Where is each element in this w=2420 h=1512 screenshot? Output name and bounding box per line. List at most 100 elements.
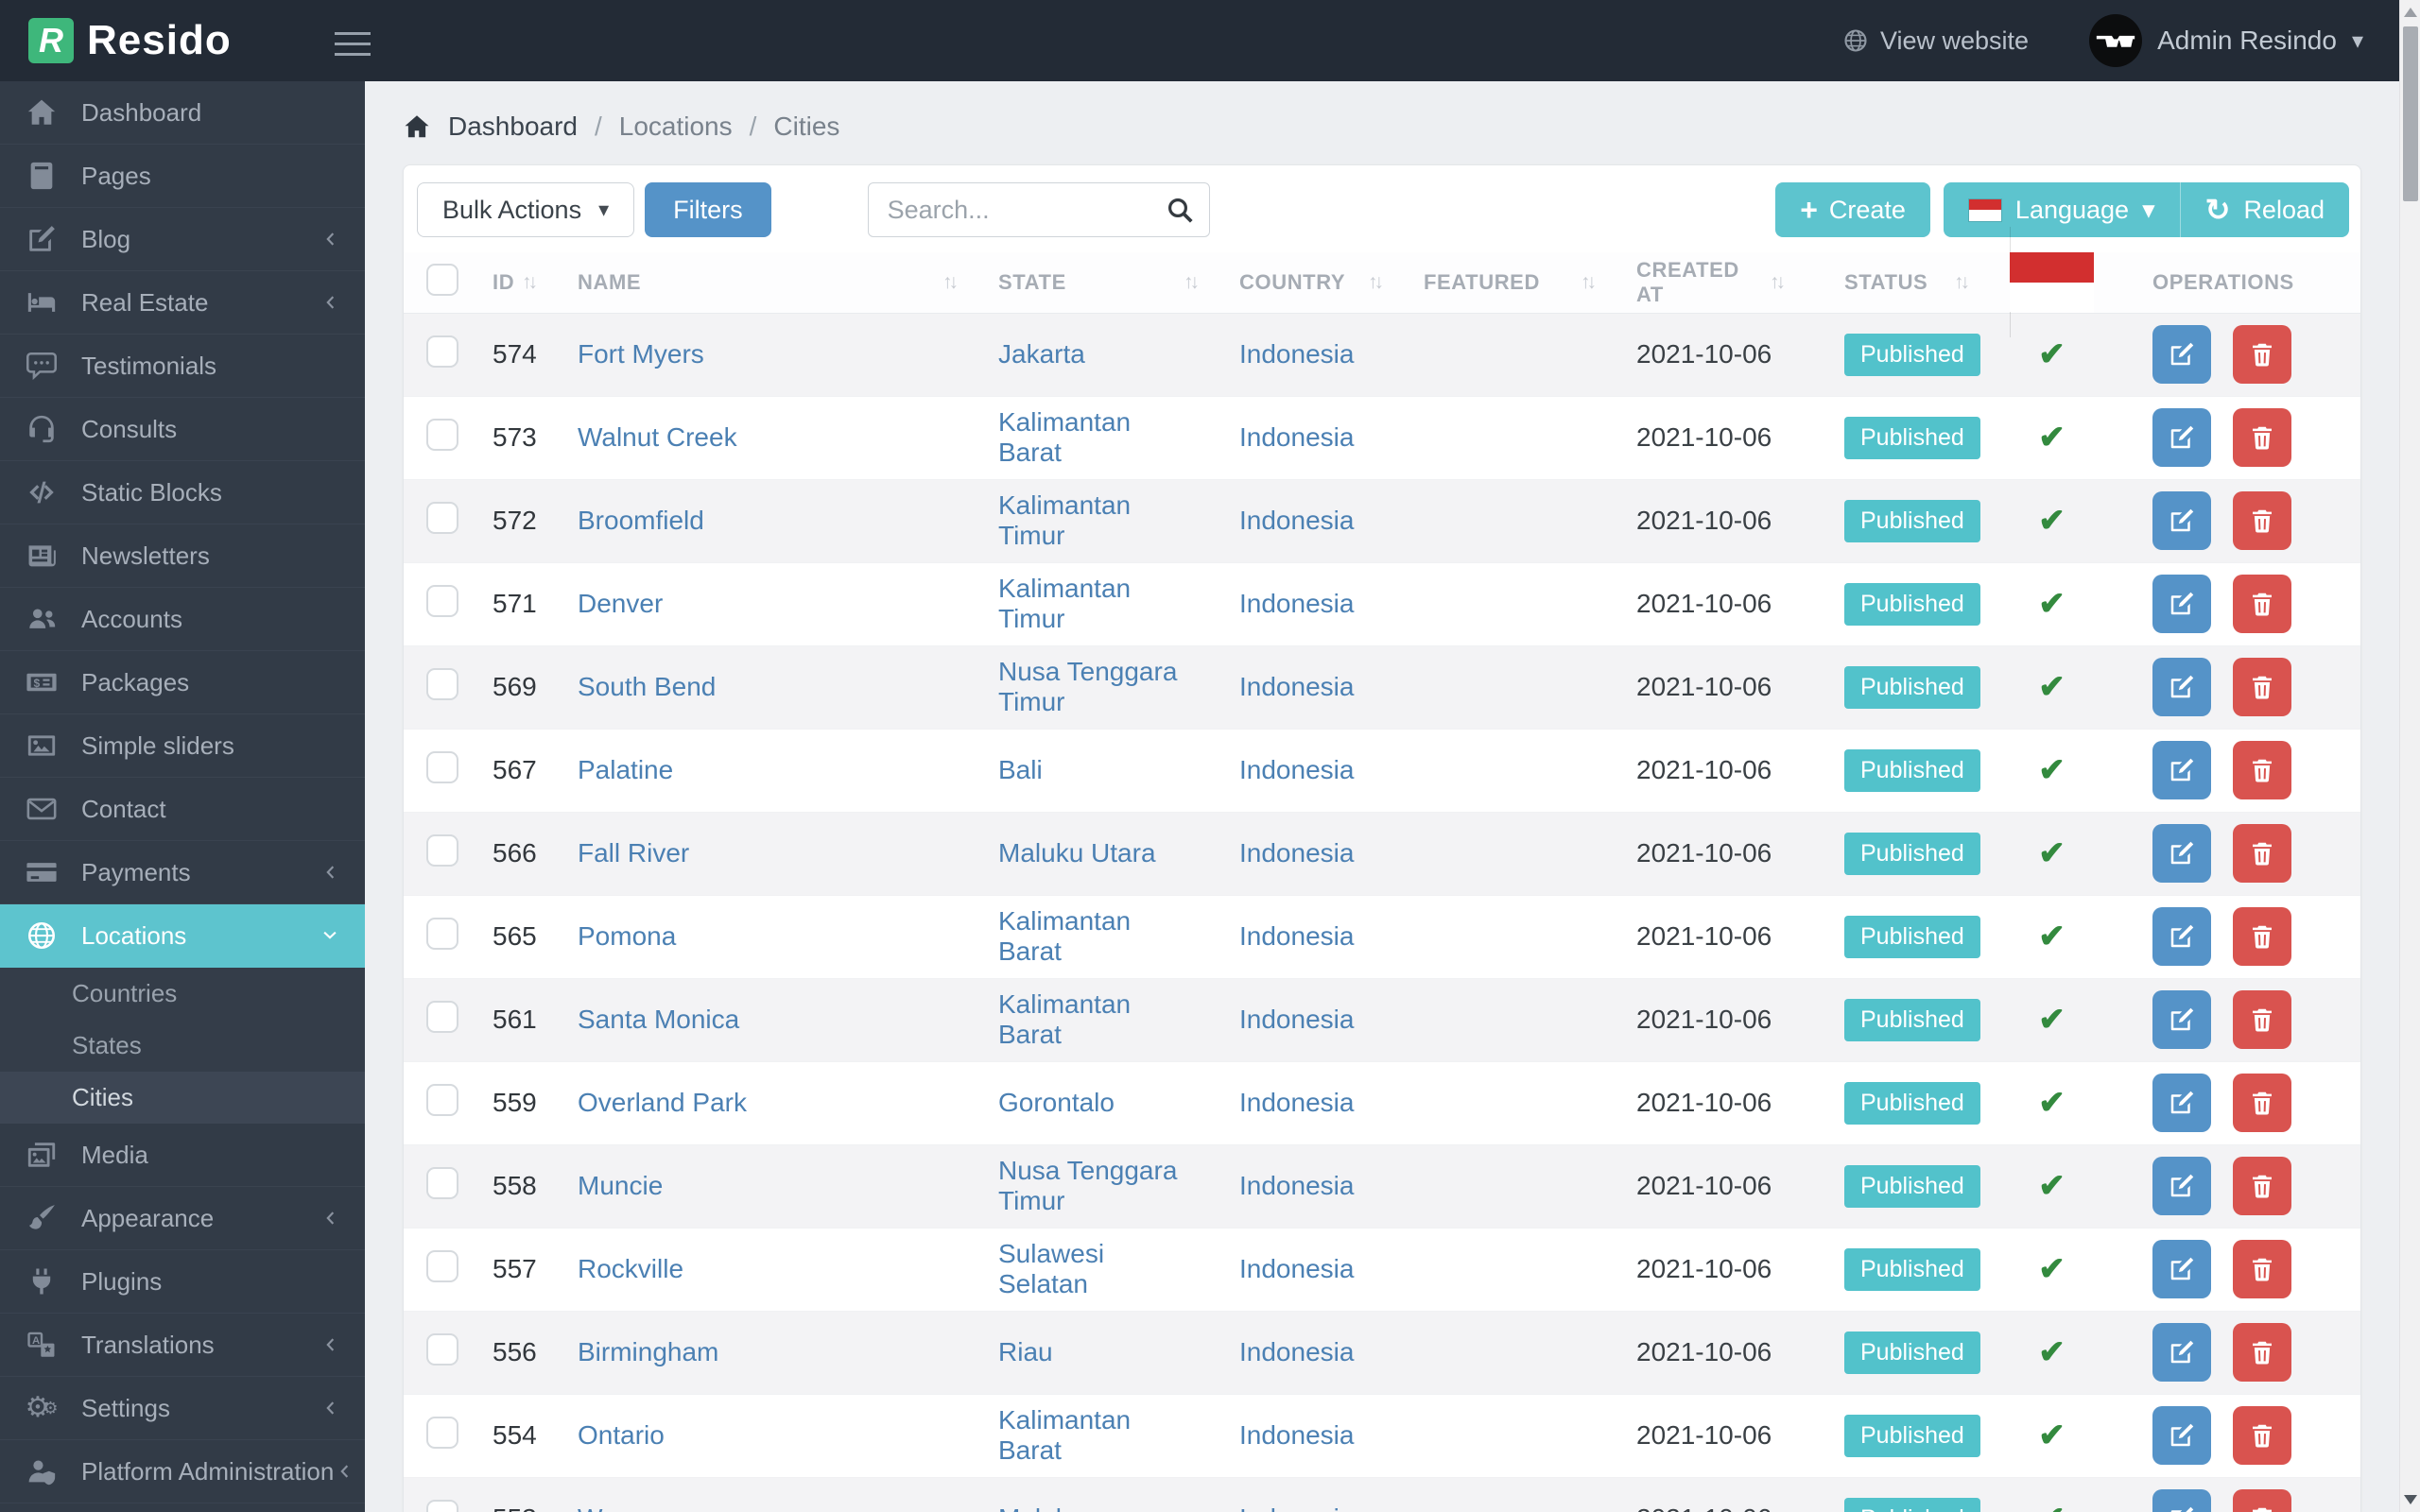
state-link[interactable]: Nusa Tenggara Timur	[998, 657, 1177, 716]
city-name-link[interactable]: Denver	[578, 589, 663, 618]
sidebar-item-accounts[interactable]: Accounts	[0, 588, 365, 651]
edit-button[interactable]	[2152, 408, 2211, 467]
column-header-name[interactable]: NAME ↑↓	[555, 252, 976, 314]
delete-button[interactable]	[2233, 1240, 2291, 1298]
edit-button[interactable]	[2152, 990, 2211, 1049]
edit-button[interactable]	[2152, 1489, 2211, 1512]
country-link[interactable]: Indonesia	[1239, 921, 1354, 951]
breadcrumb-dashboard[interactable]: Dashboard	[448, 112, 578, 142]
edit-button[interactable]	[2152, 575, 2211, 633]
language-dropdown[interactable]: Language ▾	[1943, 182, 2181, 237]
scroll-up-arrow-icon[interactable]	[2404, 8, 2417, 17]
state-link[interactable]: Kalimantan Barat	[998, 407, 1131, 467]
edit-button[interactable]	[2152, 1240, 2211, 1298]
country-link[interactable]: Indonesia	[1239, 1337, 1354, 1366]
city-name-link[interactable]: Broomfield	[578, 506, 704, 535]
sidebar-subitem-states[interactable]: States	[0, 1020, 365, 1072]
edit-button[interactable]	[2152, 325, 2211, 384]
column-header-id[interactable]: ID ↑↓	[470, 252, 555, 314]
reload-button[interactable]: ↻ Reload	[2180, 182, 2349, 237]
delete-button[interactable]	[2233, 658, 2291, 716]
sidebar-item-real-estate[interactable]: Real Estate	[0, 271, 365, 335]
country-link[interactable]: Indonesia	[1239, 506, 1354, 535]
sidebar-item-plugins[interactable]: Plugins	[0, 1250, 365, 1314]
column-header-featured[interactable]: FEATURED ↑↓	[1401, 252, 1614, 314]
edit-button[interactable]	[2152, 741, 2211, 799]
delete-button[interactable]	[2233, 1406, 2291, 1465]
row-checkbox[interactable]	[426, 917, 458, 950]
city-name-link[interactable]: Fort Myers	[578, 339, 704, 369]
state-link[interactable]: Kalimantan Barat	[998, 989, 1131, 1049]
delete-button[interactable]	[2233, 741, 2291, 799]
row-checkbox[interactable]	[426, 1166, 458, 1199]
brand-logo[interactable]: R Resido	[0, 17, 365, 64]
scroll-down-arrow-icon[interactable]	[2404, 1495, 2417, 1504]
edit-button[interactable]	[2152, 491, 2211, 550]
country-link[interactable]: Indonesia	[1239, 1171, 1354, 1200]
country-link[interactable]: Indonesia	[1239, 589, 1354, 618]
row-checkbox[interactable]	[426, 418, 458, 451]
view-website-link[interactable]: View website	[1842, 26, 2029, 56]
state-link[interactable]: Nusa Tenggara Timur	[998, 1156, 1177, 1215]
sidebar-item-settings[interactable]: ⚙ ⚙ Settings	[0, 1377, 365, 1440]
edit-button[interactable]	[2152, 907, 2211, 966]
country-link[interactable]: Indonesia	[1239, 422, 1354, 452]
sidebar-item-locations[interactable]: Locations	[0, 904, 365, 968]
city-name-link[interactable]: Pomona	[578, 921, 676, 951]
sidebar-item-static-blocks[interactable]: Static Blocks	[0, 461, 365, 524]
country-link[interactable]: Indonesia	[1239, 1254, 1354, 1283]
sidebar-toggle-hamburger-icon[interactable]	[335, 25, 371, 63]
row-checkbox[interactable]	[426, 667, 458, 700]
state-link[interactable]: Kalimantan Barat	[998, 1405, 1131, 1465]
sidebar-item-simple-sliders[interactable]: Simple sliders	[0, 714, 365, 778]
country-link[interactable]: Indonesia	[1239, 1088, 1354, 1117]
sidebar-item-testimonials[interactable]: Testimonials	[0, 335, 365, 398]
edit-button[interactable]	[2152, 824, 2211, 883]
select-all-header[interactable]	[404, 252, 470, 314]
column-header-country[interactable]: COUNTRY ↑↓	[1217, 252, 1401, 314]
search-icon[interactable]	[1165, 195, 1195, 225]
scrollbar-thumb[interactable]	[2403, 26, 2418, 201]
filters-button[interactable]: Filters	[645, 182, 771, 237]
delete-button[interactable]	[2233, 575, 2291, 633]
create-button[interactable]: + Create	[1775, 182, 1930, 237]
row-checkbox[interactable]	[426, 1249, 458, 1282]
city-name-link[interactable]: Overland Park	[578, 1088, 747, 1117]
delete-button[interactable]	[2233, 1323, 2291, 1382]
column-header-status[interactable]: STATUS ↑↓	[1803, 252, 1987, 314]
city-name-link[interactable]: Rockville	[578, 1254, 683, 1283]
row-checkbox[interactable]	[426, 335, 458, 368]
country-link[interactable]: Indonesia	[1239, 1420, 1354, 1450]
city-name-link[interactable]: South Bend	[578, 672, 716, 701]
city-name-link[interactable]: Santa Monica	[578, 1005, 739, 1034]
delete-button[interactable]	[2233, 491, 2291, 550]
sidebar-item-media[interactable]: Media	[0, 1124, 365, 1187]
state-link[interactable]: Gorontalo	[998, 1088, 1115, 1117]
bulk-actions-dropdown[interactable]: Bulk Actions ▾	[417, 182, 635, 237]
row-checkbox[interactable]	[426, 584, 458, 617]
delete-button[interactable]	[2233, 1489, 2291, 1512]
row-checkbox[interactable]	[426, 1083, 458, 1116]
select-all-checkbox[interactable]	[426, 263, 458, 296]
sidebar-item-consults[interactable]: Consults	[0, 398, 365, 461]
edit-button[interactable]	[2152, 1406, 2211, 1465]
sidebar-item-packages[interactable]: $ Packages	[0, 651, 365, 714]
state-link[interactable]: Jakarta	[998, 339, 1085, 369]
country-link[interactable]: Indonesia	[1239, 1503, 1354, 1512]
city-name-link[interactable]: Muncie	[578, 1171, 663, 1200]
delete-button[interactable]	[2233, 325, 2291, 384]
city-name-link[interactable]: Birmingham	[578, 1337, 718, 1366]
state-link[interactable]: Kalimantan Timur	[998, 490, 1131, 550]
delete-button[interactable]	[2233, 1157, 2291, 1215]
sidebar-item-platform-administration[interactable]: Platform Administration	[0, 1440, 365, 1503]
user-menu[interactable]: Admin Resindo ▾	[2089, 14, 2363, 67]
column-header-state[interactable]: STATE ↑↓	[976, 252, 1217, 314]
state-link[interactable]: Maluku	[998, 1503, 1083, 1512]
state-link[interactable]: Bali	[998, 755, 1043, 784]
row-checkbox[interactable]	[426, 501, 458, 534]
sidebar-item-blog[interactable]: Blog	[0, 208, 365, 271]
country-link[interactable]: Indonesia	[1239, 1005, 1354, 1034]
sidebar-subitem-cities[interactable]: Cities	[0, 1072, 365, 1124]
country-link[interactable]: Indonesia	[1239, 672, 1354, 701]
row-checkbox[interactable]	[426, 750, 458, 783]
